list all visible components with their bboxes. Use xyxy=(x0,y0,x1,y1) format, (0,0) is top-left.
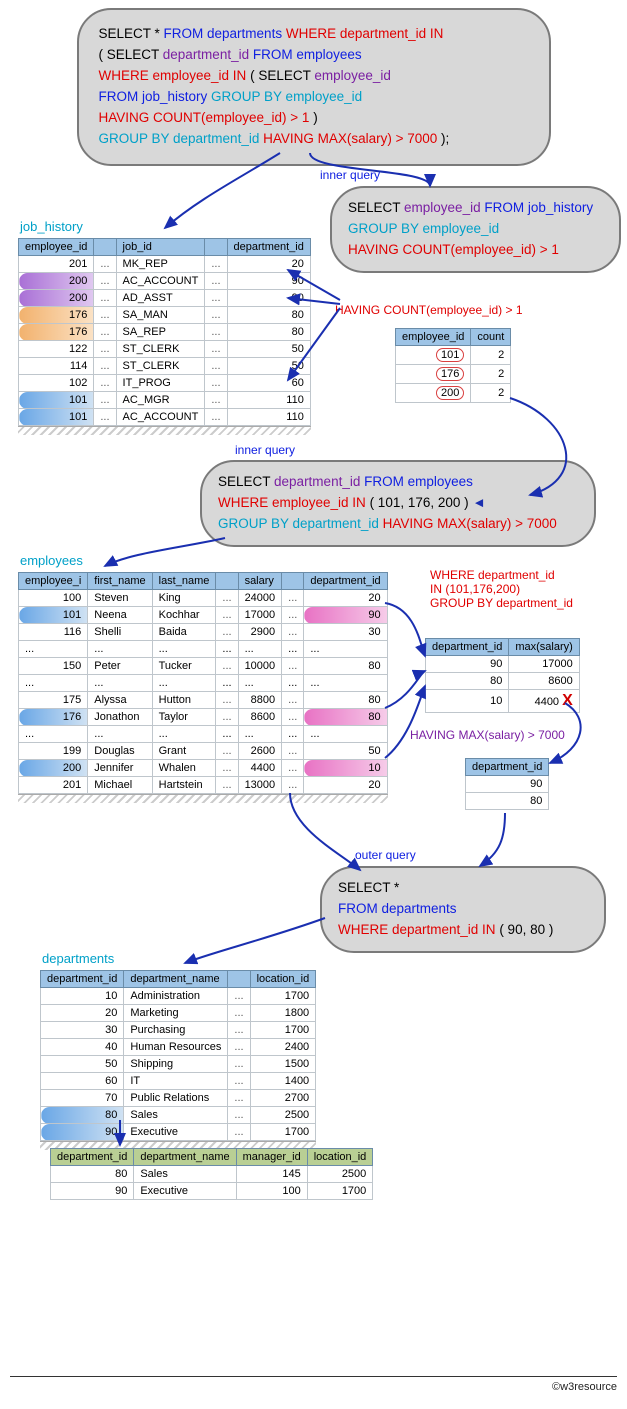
departments-table-wrap: department_iddepartment_namelocation_id1… xyxy=(40,970,316,1150)
where-dept-annot: WHERE department_id xyxy=(430,568,573,582)
employees-table-wrap: employee_ifirst_namelast_namesalarydepar… xyxy=(18,572,388,803)
in-list-annot: IN (101,176,200) xyxy=(430,582,573,596)
diagram-root: SELECT * FROM departments WHERE departme… xyxy=(10,8,617,1356)
inner-query-label-2: inner query xyxy=(235,443,295,457)
having-count-annot: HAVING COUNT(employee_id) > 1 xyxy=(335,303,523,317)
outer-query-box: SELECT * FROM departments WHERE departme… xyxy=(320,866,606,953)
main-query-box: SELECT * FROM departments WHERE departme… xyxy=(77,8,551,166)
employees-table: employee_ifirst_namelast_namesalarydepar… xyxy=(18,572,388,794)
result-table: department_iddepartment_namemanager_idlo… xyxy=(50,1148,373,1200)
job-history-table: employee_idjob_iddepartment_id201MK_REP2… xyxy=(18,238,311,426)
employees-title: employees xyxy=(20,553,388,568)
having-max-annot: HAVING MAX(salary) > 7000 xyxy=(410,728,565,742)
inner-query-1-box: SELECT employee_id FROM job_history GROU… xyxy=(330,186,621,273)
departments-title: departments xyxy=(42,951,316,966)
outer-query-label: outer query xyxy=(355,848,416,862)
departments-table: department_iddepartment_namelocation_id1… xyxy=(40,970,316,1141)
inner-query-label-1: inner query xyxy=(320,168,380,182)
max-salary-table: department_idmax(salary)9017000808600104… xyxy=(425,638,580,713)
count-table: employee_idcount101217622002 xyxy=(395,328,511,403)
inner-query-2-box: SELECT department_id FROM employees WHER… xyxy=(200,460,596,547)
job-history-title: job_history xyxy=(20,219,311,234)
job-history-table-wrap: employee_idjob_iddepartment_id201MK_REP2… xyxy=(18,238,311,435)
dept-id-table: department_id9080 xyxy=(465,758,549,810)
footer-credit: ©w3resource xyxy=(10,1376,617,1393)
group-dept-annot: GROUP BY department_id xyxy=(430,596,573,610)
